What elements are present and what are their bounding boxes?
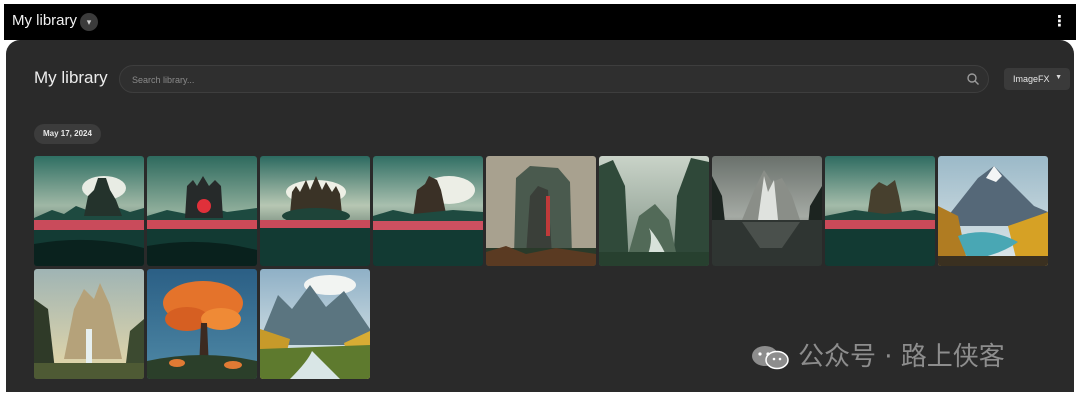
castle-swamp-image	[34, 156, 144, 266]
image-thumbnail[interactable]	[147, 156, 257, 266]
page-title: My library	[34, 68, 108, 87]
watermark-text: 公众号 · 路上侠客	[798, 342, 1005, 372]
castle-swamp-image	[373, 156, 483, 266]
image-thumbnail[interactable]	[260, 156, 370, 266]
image-thumbnail[interactable]	[825, 156, 935, 266]
castle-swamp-image	[825, 156, 935, 266]
image-thumbnail[interactable]	[260, 269, 370, 379]
image-thumbnail[interactable]	[34, 269, 144, 379]
search-bar[interactable]	[119, 65, 989, 93]
orange-tree-image	[147, 269, 257, 379]
castle-red-gate-image	[147, 156, 257, 266]
image-thumbnail[interactable]	[34, 156, 144, 266]
image-thumbnail[interactable]	[712, 156, 822, 266]
dark-mountain-lake-image	[712, 156, 822, 266]
image-thumbnail[interactable]	[938, 156, 1048, 266]
app-header: My library ▾ ⋮	[4, 4, 1076, 40]
misty-valley-river-image	[599, 156, 709, 266]
chevron-down-icon[interactable]: ▾	[80, 13, 98, 31]
wechat-icon	[752, 346, 789, 370]
header-title: My library	[12, 12, 78, 29]
more-vert-icon[interactable]: ⋮	[1052, 12, 1067, 32]
search-icon[interactable]	[966, 72, 980, 86]
image-thumbnail[interactable]	[147, 269, 257, 379]
fantasy-cliff-waterfall-image	[34, 269, 144, 379]
image-thumbnail[interactable]	[373, 156, 483, 266]
source-select-label: ImageFX	[1013, 74, 1050, 84]
image-thumbnail[interactable]	[486, 156, 596, 266]
stone-ruin-tower-image	[486, 156, 596, 266]
castle-spires-image	[260, 156, 370, 266]
caret-down-icon: ▼	[1055, 74, 1062, 81]
image-thumbnail[interactable]	[599, 156, 709, 266]
search-input[interactable]	[130, 71, 954, 89]
autumn-mountain-lake-image	[938, 156, 1048, 266]
date-group-chip: May 17, 2024	[34, 124, 101, 144]
autumn-valley-river-image	[260, 269, 370, 379]
source-select[interactable]: ImageFX ▼	[1004, 68, 1070, 90]
